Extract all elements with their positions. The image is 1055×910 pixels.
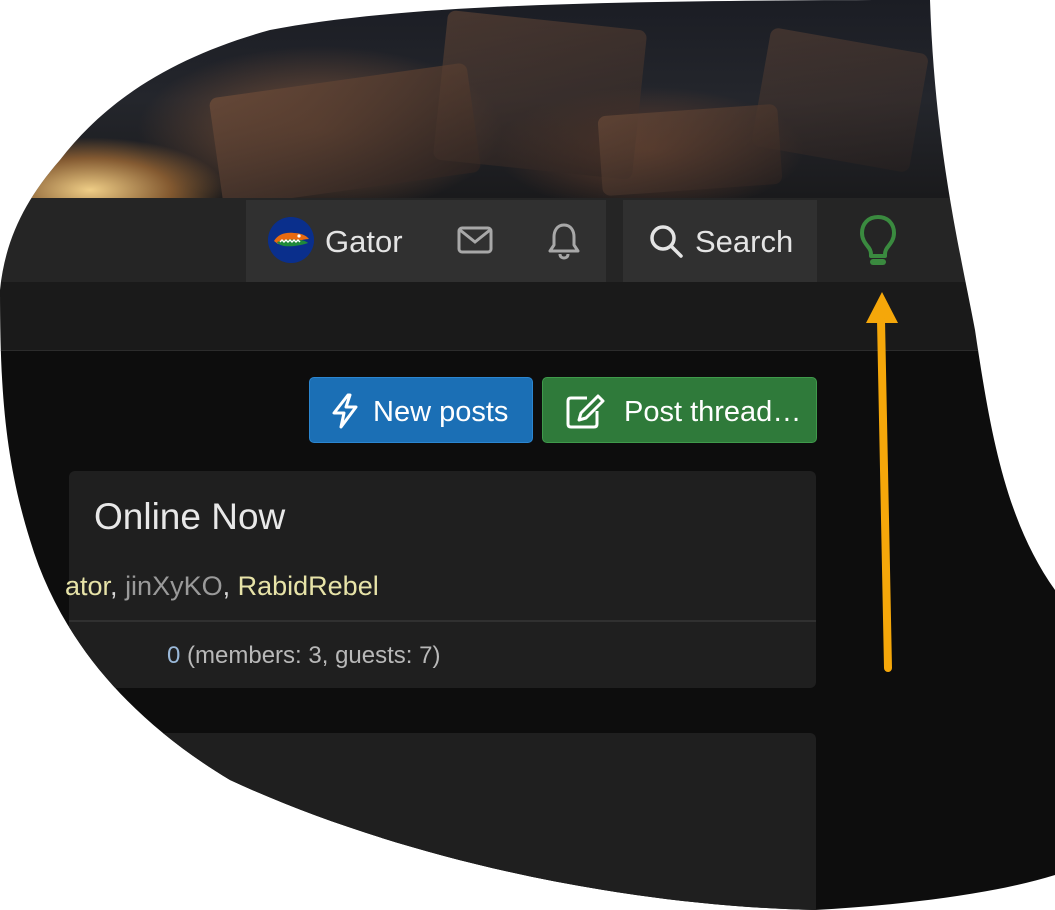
online-member-guest-counts: (members: 3, guests: 7) [187,642,441,669]
lightbulb-icon[interactable] [857,213,899,273]
sidebar-widget [69,733,816,910]
online-users-list: ator, jinXyKO, RabidRebel [65,573,379,600]
online-user-link[interactable]: jinXyKO [125,571,223,601]
bell-icon[interactable] [547,222,581,264]
user-separator: , [110,571,126,601]
user-name[interactable]: Gator [325,226,403,257]
online-stats: 0 (members: 3, guests: 7) [167,644,440,668]
online-now-widget: Online Now ator, jinXyKO, RabidRebel 0 (… [69,471,816,688]
online-user-link[interactable]: RabidRebel [238,571,379,601]
post-thread-button[interactable]: Post thread… [542,377,817,443]
new-posts-label: New posts [373,396,509,428]
online-total-count[interactable]: 0 [167,642,180,669]
online-now-title: Online Now [94,496,286,537]
lightning-icon [330,393,360,437]
edit-icon [565,393,605,437]
search-icon[interactable] [648,223,684,263]
new-posts-button[interactable]: New posts [309,377,533,443]
user-avatar[interactable] [268,217,314,263]
online-user-link[interactable]: ator [65,571,110,601]
post-thread-label: Post thread… [624,396,802,428]
envelope-icon[interactable] [457,226,493,258]
gator-logo-icon [268,217,314,263]
header-banner-image [0,0,1055,198]
screenshot-area: Gator Search New posts Post thread… Onli… [0,0,1055,910]
annotation-arrow [860,290,904,679]
user-separator: , [222,571,238,601]
search-label[interactable]: Search [695,226,793,257]
card-divider [69,620,816,622]
